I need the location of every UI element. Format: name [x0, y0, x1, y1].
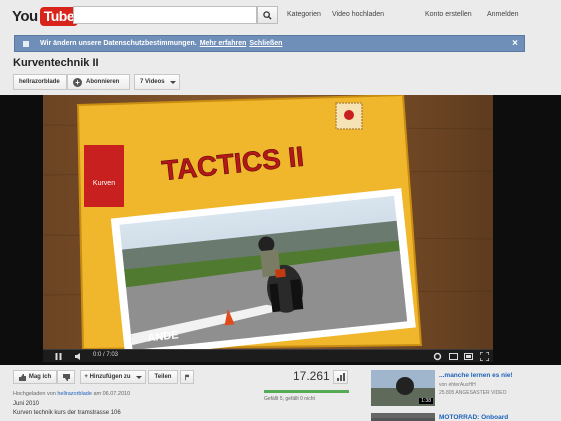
time-display: 0:0 / 7:03 [93, 352, 119, 358]
stats-button[interactable] [333, 370, 348, 384]
like-label: Mag ich [28, 374, 52, 380]
add-to-button[interactable]: + Hinzufügen zu [80, 370, 146, 384]
info-icon [22, 40, 30, 48]
notice-text: Wir ändern unsere Datenschutzbestimmunge… [40, 40, 197, 47]
close-icon[interactable]: × [512, 38, 518, 49]
bar-chart-icon [336, 373, 345, 381]
subscribe-label: Abonnieren [86, 79, 120, 85]
notice-close-link[interactable]: Schließen [249, 40, 282, 47]
share-label: Teilen [154, 374, 172, 380]
red-tab [84, 145, 124, 207]
chevron-down-icon [135, 375, 142, 379]
plus-icon: + [73, 77, 82, 87]
likes-summary: Gefällt 5, gefällt 0 nicht [264, 396, 315, 402]
like-ratio-fill [264, 390, 349, 393]
large-player-icon[interactable] [464, 353, 473, 360]
related-thumbnail-2[interactable] [371, 413, 435, 421]
thumbs-down-icon [62, 373, 70, 381]
privacy-notice-bar: Wir ändern unsere Datenschutzbestimmunge… [14, 35, 525, 52]
related-channel-1: von ehterAusHH [439, 382, 476, 388]
like-ratio-bar [264, 390, 349, 393]
upload-prefix: Hochgeladen von [13, 391, 56, 397]
thumbs-up-icon [18, 373, 26, 381]
view-count: 17.261 [293, 369, 330, 383]
overlay-tag: Kurven [93, 180, 115, 187]
upload-info: Hochgeladen von hellrazorblade am 06.07.… [13, 391, 130, 397]
description-line-1: Juni 2010 [13, 401, 40, 407]
flag-icon [185, 374, 189, 380]
related-thumbnail-1[interactable]: 1:38 [371, 370, 435, 406]
channel-name: hellrazorblade [19, 79, 60, 85]
player-controls: 0:0 / 7:03 [43, 349, 493, 362]
video-title: Kurventechnik II [13, 57, 99, 69]
chevron-down-icon [169, 80, 176, 84]
small-player-icon[interactable] [449, 353, 458, 360]
nav-create-account[interactable]: Konto erstellen [425, 11, 472, 18]
videos-dropdown[interactable]: 7 Videos [134, 74, 180, 90]
notice-learn-more-link[interactable]: Mehr erfahren [200, 40, 247, 47]
nav-categories[interactable]: Kategorien [287, 11, 321, 18]
nav-sign-in[interactable]: Anmelden [487, 11, 519, 18]
like-button[interactable]: Mag ich [13, 370, 57, 384]
add-to-label: + Hinzufügen zu [84, 374, 131, 380]
share-button[interactable]: Teilen [148, 370, 178, 384]
search-button[interactable] [257, 6, 278, 24]
description-line-2: Kurven technik kurs der tramstrasse 106 [13, 410, 121, 416]
related-duration-1: 1:38 [419, 398, 433, 404]
youtube-logo[interactable]: You Tube [12, 5, 79, 27]
fullscreen-icon[interactable] [480, 352, 489, 361]
subscribe-button[interactable]: + Abonnieren [67, 74, 130, 90]
related-title-1[interactable]: ...manche lernen es nie! [439, 372, 513, 379]
search-icon [263, 10, 272, 20]
video-frame: Kurven TACTICS II ANDE [43, 95, 493, 349]
upload-date: am 06.07.2010 [93, 391, 131, 397]
search-input[interactable] [73, 6, 257, 24]
uploader-link[interactable]: hellrazorblade [57, 391, 92, 397]
nav-upload[interactable]: Video hochladen [332, 11, 384, 18]
channel-button[interactable]: hellrazorblade [13, 74, 67, 90]
dislike-button[interactable] [57, 370, 75, 384]
videos-label: 7 Videos [140, 79, 165, 85]
flag-button[interactable] [180, 370, 194, 384]
logo-you: You [12, 7, 38, 25]
volume-icon[interactable] [75, 353, 83, 360]
settings-gear-icon[interactable] [433, 352, 442, 361]
pause-icon[interactable] [55, 353, 62, 360]
masthead: You Tube Kategorien Video hochladen Kont… [0, 0, 561, 32]
related-views-1: 25.805 ANGESASTER VIDEO [439, 390, 507, 396]
video-player[interactable]: Kurven TACTICS II ANDE [43, 95, 493, 349]
related-title-2[interactable]: MOTORRAD: Onboard [439, 414, 508, 421]
